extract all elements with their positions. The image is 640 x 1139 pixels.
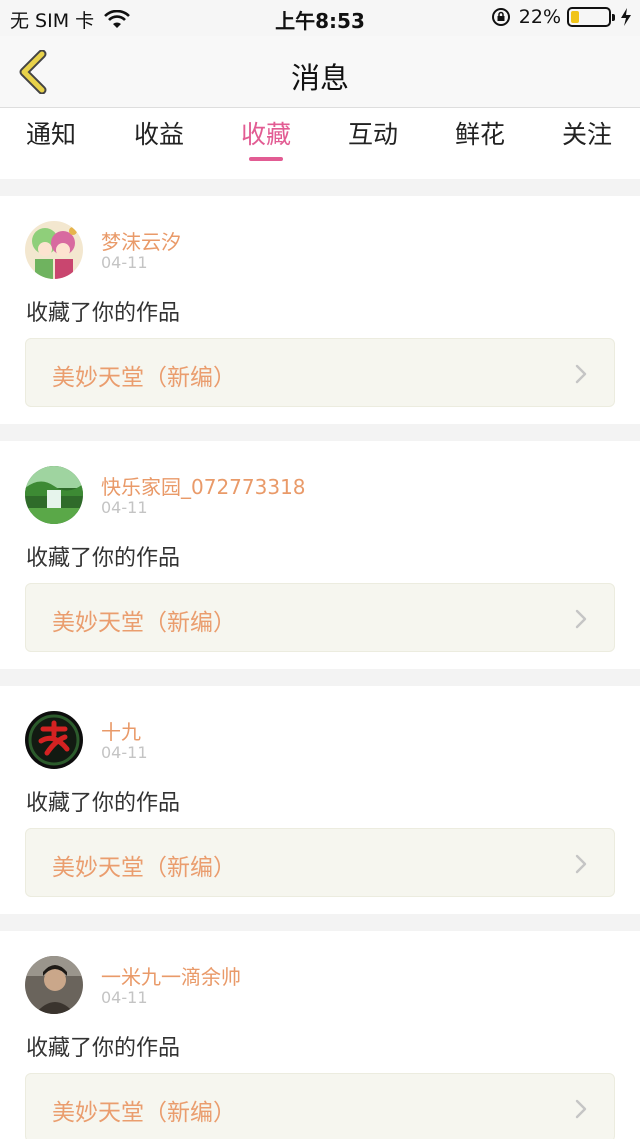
status-bar: 无 SIM 卡 上午8:53 22% (0, 0, 640, 36)
tab-label: 鲜花 (454, 120, 505, 149)
nav-bar: 消息 (0, 36, 640, 108)
message-card: 一米九一滴余帅 04-11 收藏了你的作品 美妙天堂（新编） (0, 931, 640, 1139)
section-divider (0, 669, 640, 686)
tab-favorites[interactable]: 收藏 (226, 115, 306, 161)
page-title: 消息 (290, 61, 349, 95)
username-link[interactable]: 一米九一滴余帅 (101, 961, 241, 990)
chevron-right-icon (575, 1099, 587, 1119)
message-card: 梦沫云汐 04-11 收藏了你的作品 美妙天堂（新编） (0, 196, 640, 424)
message-card: 快乐家园_072773318 04-11 收藏了你的作品 美妙天堂（新编） (0, 441, 640, 669)
message-date: 04-11 (101, 988, 148, 1007)
chevron-right-icon (575, 854, 587, 874)
username-link[interactable]: 梦沫云汐 (101, 226, 181, 255)
tab-label: 收益 (133, 120, 184, 149)
tab-following[interactable]: 关注 (547, 115, 627, 151)
message-date: 04-11 (101, 253, 148, 272)
work-link[interactable]: 美妙天堂（新编） (25, 1073, 615, 1139)
message-text: 收藏了你的作品 (26, 791, 181, 816)
avatar[interactable] (25, 711, 83, 769)
section-divider (0, 914, 640, 931)
battery-percent: 22% (518, 6, 561, 28)
active-tab-indicator (249, 157, 283, 161)
status-right: 22% (491, 6, 632, 28)
work-title: 美妙天堂（新编） (52, 610, 236, 636)
chevron-right-icon (575, 364, 587, 384)
tab-notifications[interactable]: 通知 (11, 115, 91, 151)
username-link[interactable]: 快乐家园_072773318 (101, 471, 306, 500)
tab-label: 通知 (25, 120, 76, 149)
avatar[interactable] (25, 956, 83, 1014)
tab-label: 互动 (347, 120, 398, 149)
tab-interactions[interactable]: 互动 (333, 115, 413, 151)
tab-bar: 通知 收益 收藏 互动 鲜花 关注 (0, 109, 640, 179)
tab-label: 关注 (561, 120, 612, 149)
avatar[interactable] (25, 221, 83, 279)
message-text: 收藏了你的作品 (26, 1036, 181, 1061)
message-text: 收藏了你的作品 (26, 546, 181, 571)
message-date: 04-11 (101, 743, 148, 762)
tab-label: 收藏 (240, 120, 291, 149)
chevron-right-icon (575, 609, 587, 629)
battery-level-fill (571, 11, 579, 23)
rotation-lock-icon (491, 8, 510, 26)
work-title: 美妙天堂（新编） (52, 365, 236, 391)
work-link[interactable]: 美妙天堂（新编） (25, 338, 615, 407)
work-link[interactable]: 美妙天堂（新编） (25, 828, 615, 897)
work-title: 美妙天堂（新编） (52, 855, 236, 881)
tab-earnings[interactable]: 收益 (119, 115, 199, 151)
message-text: 收藏了你的作品 (26, 301, 181, 326)
work-title: 美妙天堂（新编） (52, 1100, 236, 1126)
section-divider (0, 179, 640, 196)
charging-bolt-icon (621, 8, 631, 26)
section-divider (0, 424, 640, 441)
avatar[interactable] (25, 466, 83, 524)
tab-flowers[interactable]: 鲜花 (440, 115, 520, 151)
username-link[interactable]: 十九 (101, 716, 141, 745)
work-link[interactable]: 美妙天堂（新编） (25, 583, 615, 652)
message-date: 04-11 (101, 498, 148, 517)
message-card: 十九 04-11 收藏了你的作品 美妙天堂（新编） (0, 686, 640, 914)
battery-icon (567, 7, 615, 27)
